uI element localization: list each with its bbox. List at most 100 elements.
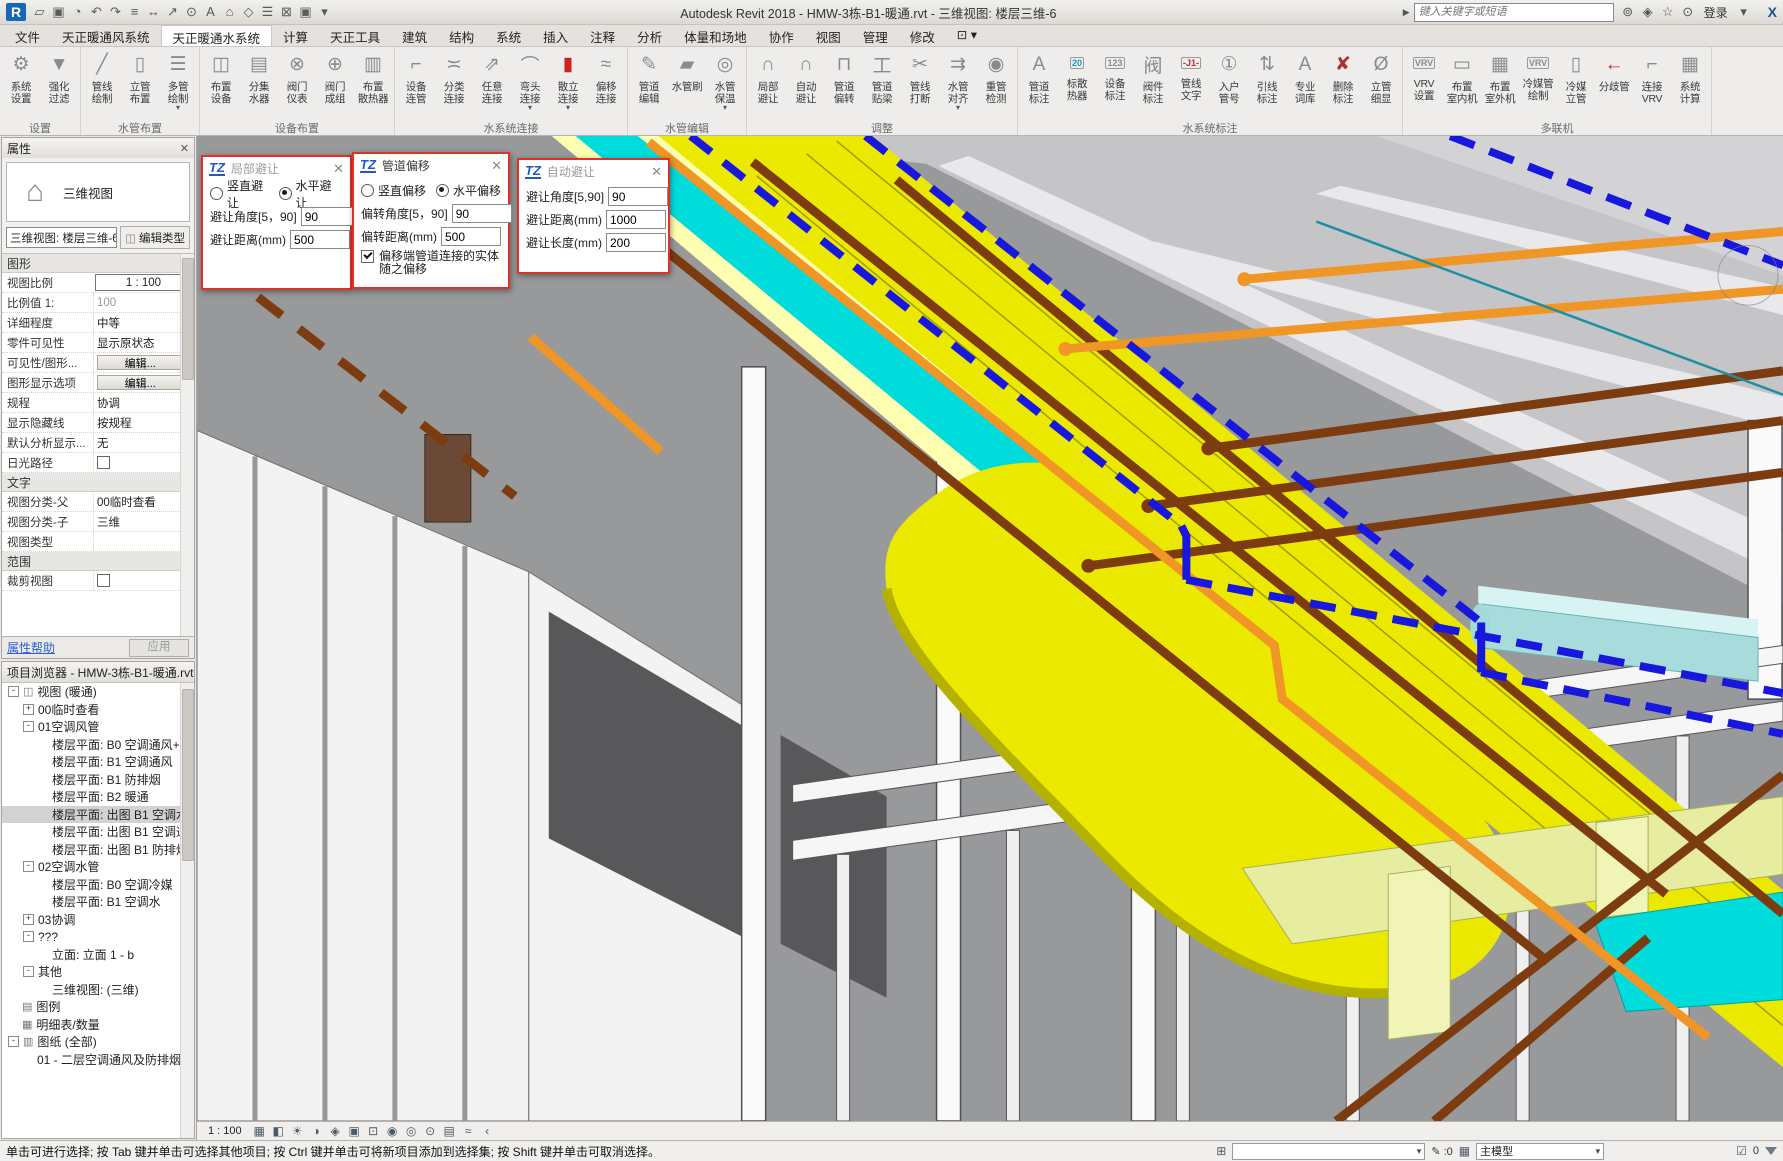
section-icon[interactable]: ◇ <box>239 4 258 20</box>
switch-windows-icon[interactable]: ▣ <box>296 4 315 20</box>
ribbon-button-equipment-tag[interactable]: 123设备 标注 <box>1096 48 1134 120</box>
chevron-down-icon[interactable]: ▾ <box>1734 4 1754 20</box>
auto-avoid-field-1[interactable] <box>606 210 666 229</box>
ribbon-button-refrigerant-pipe[interactable]: VRV冷媒管 绘制 <box>1519 48 1557 120</box>
thin-lines-icon[interactable]: ☰ <box>258 4 277 20</box>
ribbon-button-lexicon[interactable]: A专业 词库 <box>1286 48 1324 120</box>
ribbon-button-equipment[interactable]: ◫布置 设备 <box>202 48 240 120</box>
auto-avoid-field-0[interactable] <box>608 187 668 206</box>
editing-requests-badge[interactable]: ✎ :0 <box>1431 1145 1452 1158</box>
ribbon-button-refrigerant-riser[interactable]: ▯冷媒 立管 <box>1557 48 1595 120</box>
menu-tab-11[interactable]: 体量和场地 <box>673 25 758 46</box>
edit-button[interactable]: 编辑... <box>97 375 183 390</box>
design-options-icon[interactable]: ▦ <box>1459 1144 1470 1158</box>
menu-tab-10[interactable]: 分析 <box>626 25 673 46</box>
property-section-header[interactable]: 范围^ <box>2 552 194 571</box>
ribbon-button-indoor-unit[interactable]: ▭布置 室内机 <box>1443 48 1481 120</box>
menu-tab-14[interactable]: 管理 <box>852 25 899 46</box>
open-file-icon[interactable]: ▱ <box>30 4 49 20</box>
property-checkbox[interactable] <box>97 574 110 587</box>
ribbon-button-pipe-brush[interactable]: ▰水管刷 <box>668 48 706 120</box>
tree-item[interactable]: -01空调风管 <box>2 718 194 736</box>
tree-item[interactable]: 楼层平面: 出图 B1 空调水 <box>2 806 194 824</box>
undo-icon[interactable]: ↶ <box>87 4 106 20</box>
tree-item[interactable]: 立面: 立面 1 - b <box>2 946 194 964</box>
property-value[interactable]: 三维 <box>93 512 194 531</box>
ribbon-button-auto-avoid[interactable]: ∩自动 避让 <box>787 48 825 120</box>
menu-tab-12[interactable]: 协作 <box>758 25 805 46</box>
editable-only-toggle-icon[interactable]: ☑ <box>1736 1144 1747 1158</box>
ribbon-button-filter-funnel[interactable]: ▼强化 过滤 <box>40 48 78 120</box>
ribbon-button-vrv-settings[interactable]: VRVVRV 设置 <box>1405 48 1443 120</box>
ribbon-button-radiator[interactable]: ▥布置 散热器 <box>354 48 392 120</box>
edit-type-button[interactable]: ◫ 编辑类型 <box>120 226 190 249</box>
edit-button[interactable]: 编辑... <box>97 355 183 370</box>
ribbon-button-pipe-draw[interactable]: ╱管线 绘制 <box>83 48 121 120</box>
ribbon-button-riser[interactable]: ▯立管 布置 <box>121 48 159 120</box>
tree-item[interactable]: ▤图例 <box>2 998 194 1016</box>
tree-item[interactable]: -02空调水管 <box>2 858 194 876</box>
property-checkbox[interactable] <box>97 456 110 469</box>
show-crop-region-icon[interactable]: ⊡ <box>365 1124 382 1138</box>
ribbon-button-manifold[interactable]: ▤分集 水器 <box>240 48 278 120</box>
tree-expander[interactable]: - <box>23 861 34 872</box>
reveal-constraints-icon[interactable]: ≈ <box>460 1124 477 1138</box>
ribbon-button-outdoor-unit[interactable]: ▦布置 室外机 <box>1481 48 1519 120</box>
instance-selector[interactable]: 三维视图: 楼层三维-6 ▾ <box>6 227 117 248</box>
menu-tab-0[interactable]: 文件 <box>4 25 51 46</box>
collapse-arrow-icon[interactable]: ‹ <box>479 1124 496 1138</box>
ribbon-button-classified-connect[interactable]: ≍分类 连接 <box>435 48 473 120</box>
browser-scrollbar[interactable] <box>180 683 194 1138</box>
menu-tab-9[interactable]: 注释 <box>579 25 626 46</box>
menu-tab-1[interactable]: 天正暖通风系统 <box>51 25 161 46</box>
ribbon-button-free-connect[interactable]: ⇗任意 连接 <box>473 48 511 120</box>
dialog-title-bar[interactable]: TZ管道偏移✕ <box>354 154 508 177</box>
apply-button[interactable]: 应用 <box>129 639 189 657</box>
tree-expander[interactable]: - <box>23 721 34 732</box>
ribbon-button-gear[interactable]: ⚙系统 设置 <box>2 48 40 120</box>
menu-tab-15[interactable]: 修改 <box>899 25 946 46</box>
tree-expander[interactable]: - <box>23 966 34 977</box>
worksets-icon[interactable]: ⊞ <box>1216 1144 1226 1158</box>
property-value[interactable] <box>93 532 194 551</box>
radio-option[interactable]: 竖直偏移 <box>361 182 426 199</box>
property-value[interactable]: 00临时查看 <box>93 492 194 511</box>
temporary-view-properties-icon[interactable]: ▤ <box>441 1124 458 1138</box>
ribbon-button-valve[interactable]: ⊗阀门 仪表 <box>278 48 316 120</box>
property-value[interactable]: 按规程 <box>93 413 194 432</box>
tree-item[interactable]: 三维视图: (三维) <box>2 981 194 999</box>
close-icon[interactable]: ✕ <box>333 161 344 177</box>
menu-tab-5[interactable]: 建筑 <box>391 25 438 46</box>
menu-tab-3[interactable]: 计算 <box>272 25 319 46</box>
ribbon-button-valve-group[interactable]: ⊕阀门 成组 <box>316 48 354 120</box>
ribbon-button-offset-connect[interactable]: ≈偏移 连接 <box>587 48 625 120</box>
ribbon-button-connect-equipment[interactable]: ⌐设备 连管 <box>397 48 435 120</box>
ribbon-button-valve-tag[interactable]: 阀阀件 标注 <box>1134 48 1172 120</box>
ribbon-button-pipe-tag[interactable]: A管道 标注 <box>1020 48 1058 120</box>
tree-item[interactable]: 楼层平面: B1 防排烟 <box>2 771 194 789</box>
ribbon-button-connect-vrv[interactable]: ⌐连接 VRV <box>1633 48 1671 120</box>
local-avoid-field-1[interactable] <box>290 230 350 249</box>
tree-item[interactable]: 楼层平面: B1 空调水 <box>2 893 194 911</box>
tree-expander[interactable]: - <box>23 931 34 942</box>
column-block[interactable] <box>425 434 471 522</box>
property-value[interactable]: 显示原状态 <box>93 333 194 352</box>
ribbon-button-pipe-edit[interactable]: ✎管道 编辑 <box>630 48 668 120</box>
ribbon-button-radiator-riser-connect[interactable]: ▮散立 连接▾ <box>549 48 587 120</box>
auto-avoid-field-2[interactable] <box>606 233 666 252</box>
close-icon[interactable]: ✕ <box>491 158 502 174</box>
dialog-title-bar[interactable]: TZ自动避让✕ <box>519 160 668 183</box>
save-icon[interactable]: ▣ <box>49 4 68 20</box>
menu-tab-8[interactable]: 插入 <box>532 25 579 46</box>
menu-tab-4[interactable]: 天正工具 <box>319 25 391 46</box>
print-icon[interactable]: ≡ <box>125 4 144 20</box>
communication-center-icon[interactable]: ◈ <box>1638 4 1658 20</box>
design-options-select[interactable]: 主模型 ▾ <box>1476 1143 1604 1160</box>
tree-item[interactable]: -其他 <box>2 963 194 981</box>
selection-filter-icon[interactable] <box>1765 1147 1777 1155</box>
type-preview[interactable]: ⌂ 三维视图 <box>6 162 190 222</box>
radio-option[interactable]: 水平偏移 <box>436 182 501 199</box>
tree-item[interactable]: -▥图纸 (全部) <box>2 1033 194 1051</box>
ribbon-button-system-calc[interactable]: ▦系统 计算 <box>1671 48 1709 120</box>
pipe-offset-field-1[interactable] <box>441 227 501 246</box>
